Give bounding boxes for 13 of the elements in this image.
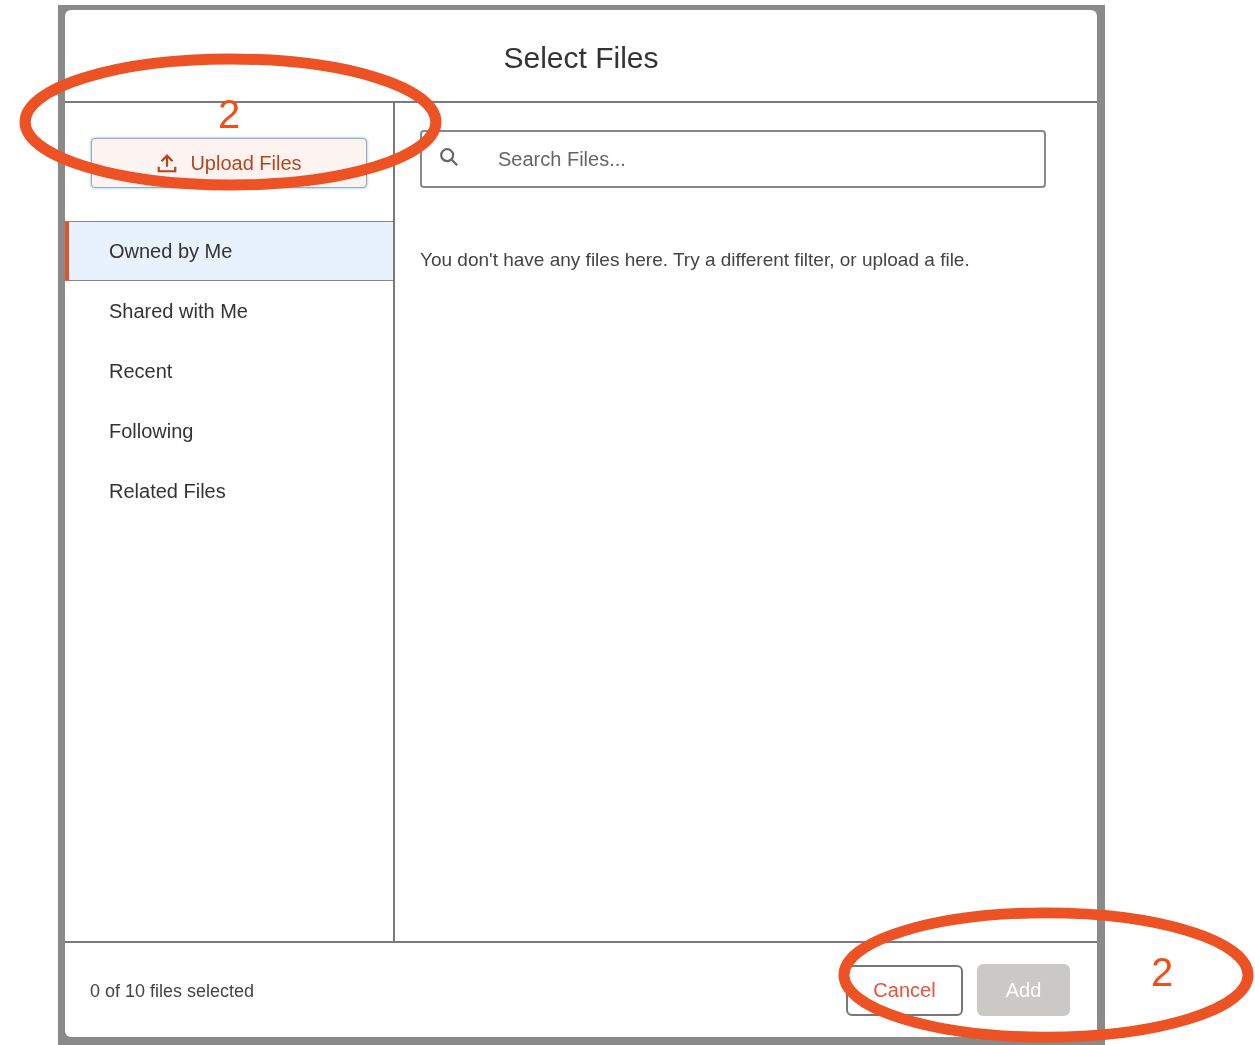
empty-message: You don't have any files here. Try a different filter, or upload a file. [420, 248, 971, 272]
filter-item[interactable]: Shared with Me [65, 281, 393, 341]
search-icon [438, 146, 460, 168]
dialog-title: Select Files [503, 39, 659, 76]
selection-status: 0 of 10 files selected [90, 979, 255, 1003]
filter-item[interactable]: Recent [65, 341, 393, 401]
upload-icon [156, 152, 179, 174]
filter-item[interactable]: Owned by Me [65, 221, 393, 281]
search-field[interactable]: Search Files... [420, 130, 1046, 188]
filter-item[interactable]: Following [65, 401, 393, 461]
annotation-number: 2 [218, 94, 241, 134]
annotation-number: 2 [1151, 952, 1174, 992]
filter-item[interactable]: Related Files [65, 461, 393, 521]
